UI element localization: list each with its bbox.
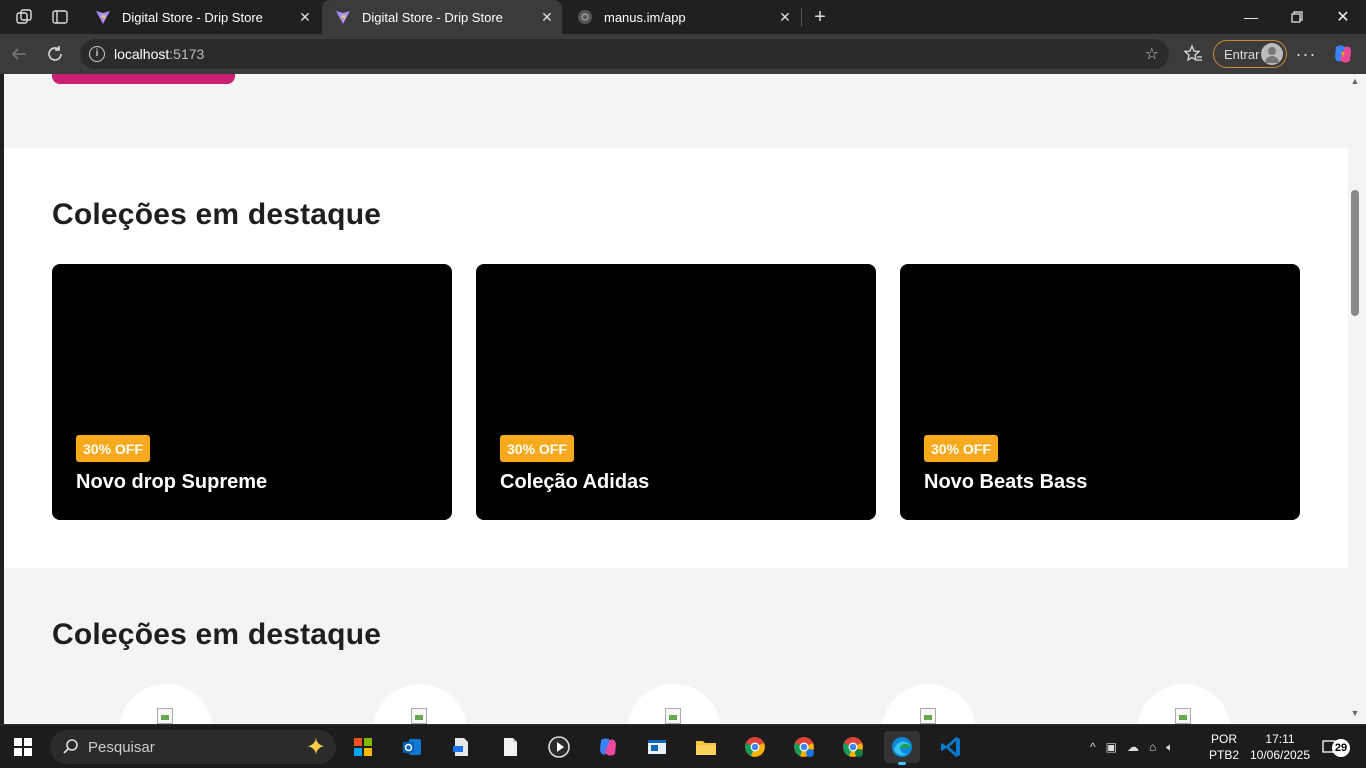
minimize-icon[interactable]: — xyxy=(1228,0,1274,34)
favorites-icon[interactable] xyxy=(1182,43,1204,65)
broken-image-icon xyxy=(157,708,173,724)
windows-taskbar: Pesquisar ✦ ^ ▣ ☁ ⌂ 🔈︎ POR PTB2 17:11 10… xyxy=(0,724,1366,768)
collection-icon-circle[interactable] xyxy=(627,684,721,724)
chrome-app-icon[interactable] xyxy=(737,731,773,763)
address-bar[interactable]: i localhost:5173 ☆ xyxy=(80,39,1169,69)
chrome-n-app-icon[interactable] xyxy=(835,731,871,763)
sparkle-icon: ✦ xyxy=(305,734,326,761)
site-info-icon[interactable]: i xyxy=(89,46,105,62)
browser-toolbar: i localhost:5173 ☆ Entrar ··· xyxy=(0,34,1366,74)
sign-in-label: Entrar xyxy=(1224,46,1260,62)
address-host: localhost xyxy=(114,46,170,62)
back-icon[interactable] xyxy=(8,43,30,65)
file-explorer-app-icon[interactable] xyxy=(688,731,724,763)
tab-manus[interactable]: manus.im/app ✕ xyxy=(564,0,800,34)
collection-icon-circle[interactable] xyxy=(119,684,213,724)
discount-badge: 30% OFF xyxy=(76,435,150,462)
cloud-icon[interactable]: ☁ xyxy=(1127,740,1139,754)
copilot-icon[interactable] xyxy=(1332,43,1354,65)
vscode-app-icon[interactable] xyxy=(933,731,969,763)
tab-digital-store-1[interactable]: Digital Store - Drip Store ✕ xyxy=(82,0,320,34)
taskbar-search[interactable]: Pesquisar ✦ xyxy=(50,730,336,764)
tab-separator xyxy=(801,8,802,26)
document-app-icon[interactable] xyxy=(492,731,528,763)
language-indicator[interactable]: POR PTB2 xyxy=(1206,731,1242,763)
windows-start-icon[interactable] xyxy=(14,738,32,756)
close-tab-icon[interactable]: ✕ xyxy=(776,8,794,26)
page-scrollbar[interactable]: ▲ ▼ xyxy=(1348,74,1366,724)
collection-card[interactable]: 30% OFF Coleção Adidas xyxy=(476,264,876,520)
collection-title: Novo drop Supreme xyxy=(76,471,268,493)
vite-favicon-icon xyxy=(94,8,112,26)
vite-favicon-icon xyxy=(334,8,352,26)
favorite-star-icon[interactable]: ☆ xyxy=(1145,44,1159,64)
scroll-down-icon[interactable]: ▼ xyxy=(1350,708,1360,718)
address-port: :5173 xyxy=(169,46,205,62)
cta-button[interactable] xyxy=(52,74,235,84)
search-icon xyxy=(63,739,78,754)
close-window-icon[interactable]: ✕ xyxy=(1320,0,1366,34)
manus-favicon-icon xyxy=(576,8,594,26)
search-placeholder: Pesquisar xyxy=(88,738,155,756)
broken-image-icon xyxy=(665,708,681,724)
featured-collections-icons-section: Coleções em destaque xyxy=(4,568,1348,724)
scroll-up-icon[interactable]: ▲ xyxy=(1350,76,1360,86)
tab-title: manus.im/app xyxy=(604,9,686,25)
page-viewport: Coleções em destaque 30% OFF Novo drop S… xyxy=(4,74,1348,724)
active-app-indicator xyxy=(898,762,906,765)
collection-card[interactable]: 30% OFF Novo Beats Bass xyxy=(900,264,1300,520)
vertical-tabs-icon[interactable] xyxy=(50,7,70,27)
collection-icon-circle[interactable] xyxy=(882,684,976,724)
section-title: Coleções em destaque xyxy=(52,198,382,231)
meet-now-icon[interactable]: ▣ xyxy=(1106,740,1117,754)
broken-image-icon xyxy=(1175,708,1191,724)
collection-title: Novo Beats Bass xyxy=(924,471,1088,493)
copilot-app-icon[interactable] xyxy=(590,731,626,763)
keyboard-layout: PTB2 xyxy=(1208,748,1239,762)
language-code: POR xyxy=(1210,732,1237,746)
broken-image-icon xyxy=(411,708,427,724)
tab-title: Digital Store - Drip Store xyxy=(122,9,263,25)
discount-badge: 30% OFF xyxy=(500,435,574,462)
widgets-app-icon[interactable] xyxy=(345,731,381,763)
section-title: Coleções em destaque xyxy=(52,618,382,651)
clock-date: 10/06/2025 xyxy=(1249,748,1311,762)
browser-tab-strip: Digital Store - Drip Store ✕ Digital Sto… xyxy=(0,0,1366,34)
collection-title: Coleção Adidas xyxy=(500,471,650,493)
notifications-button[interactable]: 29 xyxy=(1322,737,1350,757)
system-tray: ^ ▣ ☁ ⌂ 🔈︎ xyxy=(1090,725,1173,768)
terminal-app-icon[interactable] xyxy=(639,731,675,763)
broken-image-icon xyxy=(920,708,936,724)
new-tab-icon[interactable]: + xyxy=(810,6,830,28)
discount-badge: 30% OFF xyxy=(924,435,998,462)
tray-overflow-icon[interactable]: ^ xyxy=(1090,740,1096,754)
close-tab-icon[interactable]: ✕ xyxy=(538,8,556,26)
collection-icon-circle[interactable] xyxy=(1137,684,1231,724)
network-icon[interactable]: ⌂ xyxy=(1149,740,1156,754)
previous-section-band xyxy=(4,74,1348,148)
restore-icon[interactable] xyxy=(1274,0,1320,34)
edge-app-icon[interactable] xyxy=(884,731,920,765)
collection-card[interactable]: 30% OFF Novo drop Supreme xyxy=(52,264,452,520)
profile-avatar-icon xyxy=(1261,43,1283,65)
pdf-app-icon[interactable] xyxy=(443,731,479,763)
collection-icon-circle[interactable] xyxy=(373,684,467,724)
refresh-icon[interactable] xyxy=(44,43,66,65)
volume-icon[interactable]: 🔈︎ xyxy=(1166,740,1173,755)
close-tab-icon[interactable]: ✕ xyxy=(296,8,314,26)
notification-count: 29 xyxy=(1332,739,1350,757)
sign-in-button[interactable]: Entrar xyxy=(1213,40,1287,68)
featured-collections-section: Coleções em destaque 30% OFF Novo drop S… xyxy=(4,148,1348,568)
taskbar-clock[interactable]: 17:11 10/06/2025 xyxy=(1245,731,1315,763)
tab-digital-store-2[interactable]: Digital Store - Drip Store ✕ xyxy=(322,0,562,34)
tab-title: Digital Store - Drip Store xyxy=(362,9,503,25)
scrollbar-thumb[interactable] xyxy=(1351,190,1359,316)
media-player-app-icon[interactable] xyxy=(541,731,577,763)
clock-time: 17:11 xyxy=(1265,732,1295,746)
chrome-profile-app-icon[interactable] xyxy=(786,731,822,763)
outlook-app-icon[interactable] xyxy=(394,731,430,763)
more-menu-icon[interactable]: ··· xyxy=(1295,43,1317,65)
workspaces-icon[interactable] xyxy=(14,7,34,27)
